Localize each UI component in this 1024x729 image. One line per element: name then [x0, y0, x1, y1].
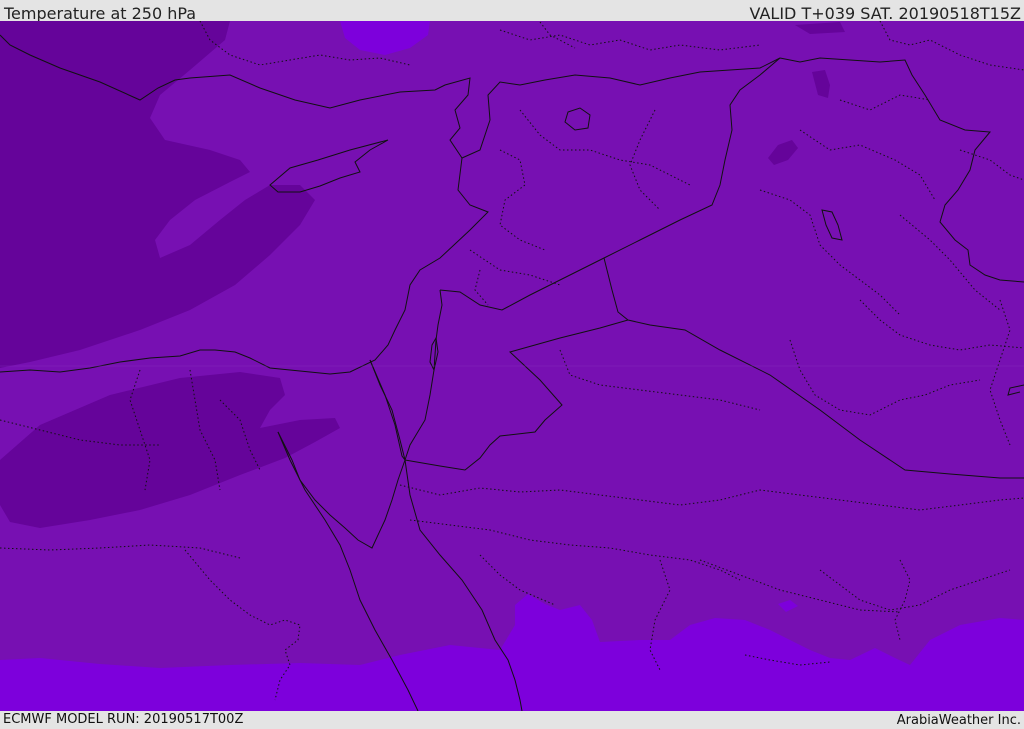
credit-label: ArabiaWeather Inc. [896, 713, 1021, 728]
model-run-label: ECMWF MODEL RUN: 20190517T00Z [3, 712, 244, 727]
footer-bar: ECMWF MODEL RUN: 20190517T00Z ArabiaWeat… [0, 711, 1024, 729]
map-canvas [0, 21, 1024, 711]
header-bar: Temperature at 250 hPa VALID T+039 SAT. … [0, 0, 1024, 23]
weather-map [0, 21, 1024, 711]
